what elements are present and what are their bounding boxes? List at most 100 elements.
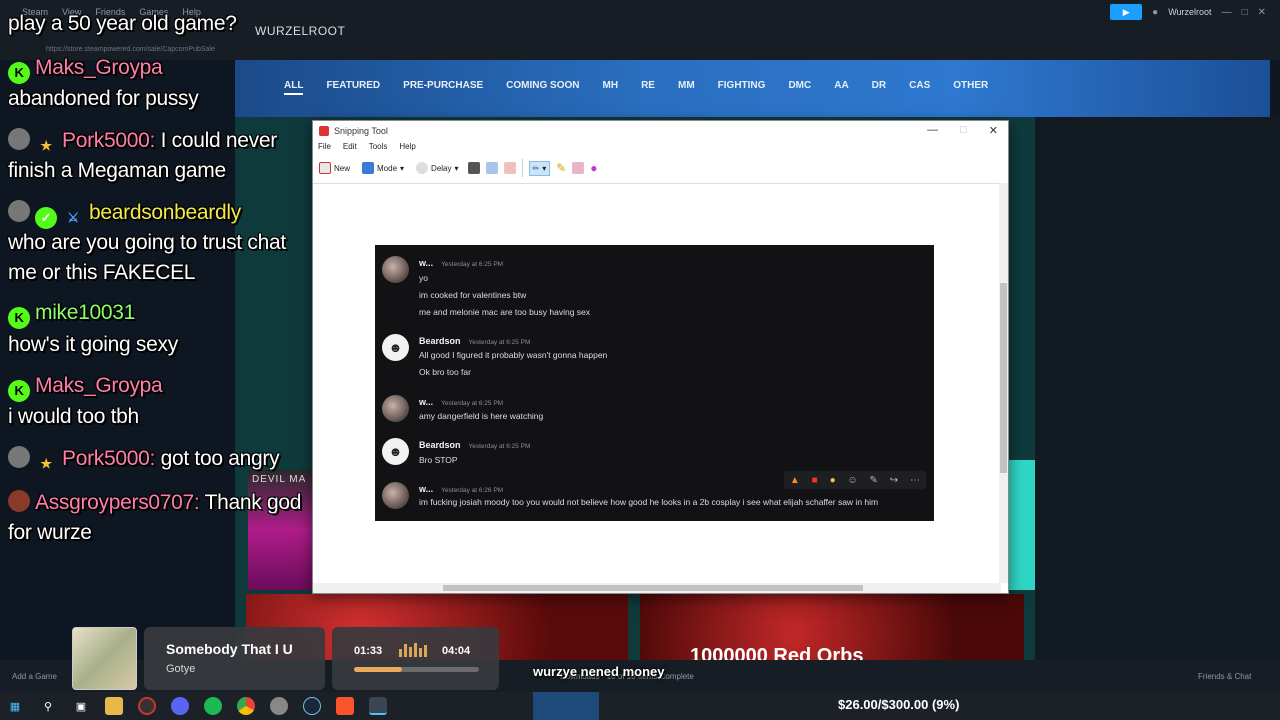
avatar — [382, 256, 409, 283]
chat-message-text: i would too tbh — [8, 405, 139, 428]
delay-label: Delay — [431, 163, 452, 173]
edit-icon[interactable]: ✎ — [870, 475, 878, 486]
message-text: Bro STOP — [419, 455, 458, 465]
author-name: w... — [419, 258, 434, 268]
chevron-down-icon: ▾ — [400, 163, 405, 173]
total-time: 04:04 — [442, 645, 471, 657]
avatar — [8, 490, 30, 512]
fire-reaction-icon[interactable]: ▲ — [790, 475, 800, 486]
snip-minimize-icon[interactable]: — — [927, 124, 938, 137]
mode-icon — [362, 162, 375, 174]
forward-icon[interactable]: ↪ — [890, 475, 898, 486]
pen-button[interactable]: ✏ ▾ — [528, 160, 551, 176]
current-time: 01:33 — [354, 645, 383, 657]
tab-fighting[interactable]: FIGHTING — [718, 80, 766, 95]
tab-re[interactable]: RE — [641, 80, 655, 95]
steam-top-right: ▶ ● Wurzelroot — □ ✕ — [1110, 4, 1266, 20]
avatar: ☻ — [382, 438, 409, 465]
donation-goal: $26.00/$300.00 (9%) — [838, 697, 960, 712]
tab-mh[interactable]: MH — [603, 80, 619, 95]
capsule-art-teal[interactable] — [1008, 460, 1035, 590]
avatar — [8, 128, 30, 150]
minimize-icon[interactable]: — — [1222, 7, 1232, 18]
obs-icon[interactable] — [138, 697, 156, 715]
message-text: amy dangerfield is here watching — [419, 411, 544, 421]
discord-icon[interactable] — [171, 697, 189, 715]
steam-icon[interactable] — [303, 697, 321, 715]
snip-menubar: File Edit Tools Help — [318, 142, 416, 151]
delay-button[interactable]: Delay ▾ — [413, 160, 461, 176]
message-author: w... Yesterday at 6:26 PM — [419, 484, 503, 494]
stream-chat-overlay: play a 50 year old game? K Maks_Groypa ab… — [0, 0, 330, 560]
taskbar-highlight — [533, 692, 599, 720]
tab-aa[interactable]: AA — [834, 80, 848, 95]
mode-button[interactable]: Mode ▾ — [359, 160, 407, 176]
chat-message: K Maks_Groypa — [8, 374, 163, 402]
message-author: w... Yesterday at 6:25 PM — [419, 258, 503, 268]
new-label: New — [334, 163, 351, 173]
horizontal-scrollbar[interactable] — [313, 583, 1001, 593]
message-text: yo — [419, 273, 428, 283]
tab-dmc[interactable]: DMC — [788, 80, 811, 95]
send-icon[interactable] — [503, 162, 516, 174]
bell-icon[interactable]: ● — [1152, 7, 1158, 18]
add-game-button[interactable]: Add a Game — [12, 672, 57, 681]
avatar — [8, 200, 30, 222]
maximize-icon[interactable]: □ — [1242, 7, 1248, 18]
chat-message: ✓ ⚔ beardsonbeardly — [8, 200, 241, 229]
chat-message-text: abandoned for pussy — [8, 87, 199, 110]
eraser-icon[interactable] — [572, 162, 585, 174]
chat-message-text: play a 50 year old game? — [8, 12, 237, 35]
tab-dr[interactable]: DR — [872, 80, 886, 95]
windows-start-icon[interactable]: ▦ — [6, 697, 24, 715]
chat-username: mike10031 — [35, 301, 136, 324]
tab-featured[interactable]: FEATURED — [326, 80, 380, 95]
highlighter-icon[interactable]: ✎ — [556, 161, 566, 175]
paint3d-icon[interactable]: ● — [590, 161, 597, 175]
taskbar-icons: ▦ ⚲ ▣ — [6, 697, 387, 715]
song-artist: Gotye — [166, 663, 196, 675]
task-view-icon[interactable]: ▣ — [72, 697, 90, 715]
snip-menu-tools[interactable]: Tools — [369, 142, 388, 151]
progress-fill — [354, 667, 402, 672]
tab-mm[interactable]: MM — [678, 80, 695, 95]
close-icon[interactable]: ✕ — [1258, 7, 1266, 18]
friends-chat-button[interactable]: Friends & Chat — [1198, 672, 1251, 681]
emoji-reaction-icon[interactable]: ■ — [812, 475, 818, 486]
save-icon[interactable] — [467, 162, 480, 174]
add-reaction-icon[interactable]: ☺ — [847, 475, 857, 486]
chat-username: Maks_Groypa — [35, 374, 163, 397]
progress-track[interactable] — [354, 667, 479, 672]
tab-pre-purchase[interactable]: PRE-PURCHASE — [403, 80, 483, 95]
discord-snippet: w... Yesterday at 6:25 PM yo im cooked fo… — [375, 245, 934, 521]
search-icon[interactable]: ⚲ — [39, 697, 57, 715]
snip-menu-help[interactable]: Help — [399, 142, 415, 151]
mode-label: Mode — [377, 163, 398, 173]
snipping-tool-icon[interactable] — [369, 697, 387, 715]
tab-cas[interactable]: CAS — [909, 80, 930, 95]
author-name: w... — [419, 484, 434, 494]
account-name[interactable]: Wurzelroot — [1168, 7, 1211, 17]
scroll-thumb[interactable] — [1000, 283, 1007, 473]
more-icon[interactable]: ⋯ — [910, 475, 920, 486]
snip-menu-edit[interactable]: Edit — [343, 142, 357, 151]
file-explorer-icon[interactable] — [105, 697, 123, 715]
brave-icon[interactable] — [336, 697, 354, 715]
tab-coming-soon[interactable]: COMING SOON — [506, 80, 579, 95]
chat-username: Pork5000: — [62, 129, 156, 152]
announcement-button[interactable]: ▶ — [1110, 4, 1143, 20]
snip-toolbar: New Mode ▾ Delay ▾ ✏ ▾ ✎ ● — [316, 157, 598, 179]
scroll-thumb[interactable] — [443, 585, 863, 591]
snip-maximize-icon[interactable]: □ — [960, 124, 967, 137]
chat-message-text: me or this FAKECEL — [8, 261, 196, 284]
snip-title: Snipping Tool — [334, 126, 388, 136]
pen-icon: ✏ — [532, 163, 540, 173]
cool-reaction-icon[interactable]: ● — [830, 475, 836, 486]
tab-other[interactable]: OTHER — [953, 80, 988, 95]
vertical-scrollbar[interactable] — [999, 183, 1008, 583]
app-icon[interactable] — [270, 697, 288, 715]
chrome-icon[interactable] — [237, 697, 255, 715]
snip-close-icon[interactable]: ✕ — [989, 124, 998, 137]
spotify-icon[interactable] — [204, 697, 222, 715]
copy-icon[interactable] — [485, 162, 498, 174]
